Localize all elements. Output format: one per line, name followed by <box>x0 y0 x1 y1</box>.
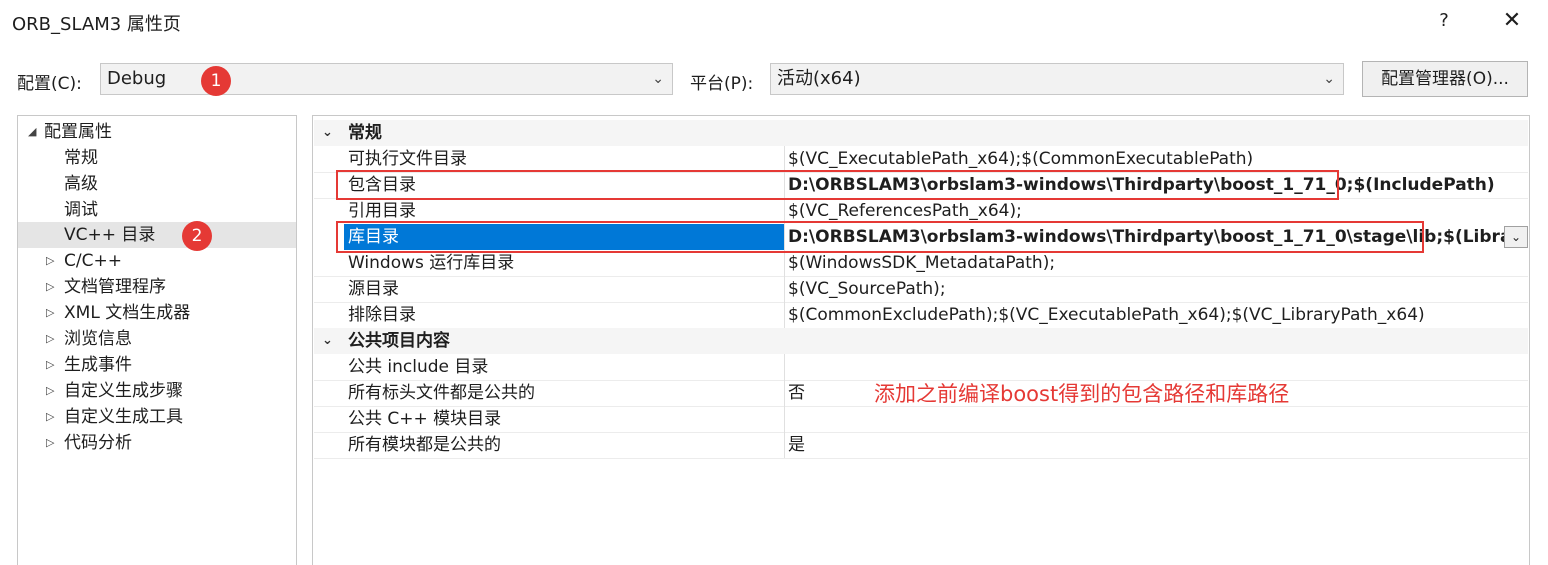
help-button[interactable]: ? <box>1430 6 1458 36</box>
tree-item-c-cpp[interactable]: ▷ C/C++ <box>18 248 296 274</box>
tree-item-label: C/C++ <box>64 251 122 271</box>
property-value[interactable]: $(VC_ExecutablePath_x64);$(CommonExecuta… <box>786 146 1528 172</box>
column-divider[interactable] <box>784 406 785 432</box>
property-name: 公共 include 目录 <box>348 357 489 377</box>
chevron-down-icon: ⌄ <box>1323 71 1335 87</box>
configuration-manager-button[interactable]: 配置管理器(O)... <box>1362 61 1528 97</box>
tree-item-label: 代码分析 <box>64 433 132 453</box>
chevron-down-icon[interactable]: ⌄ <box>322 120 333 146</box>
triangle-right-icon[interactable]: ▷ <box>46 326 54 352</box>
triangle-right-icon[interactable]: ▷ <box>46 274 54 300</box>
property-name: 源目录 <box>348 279 399 299</box>
annotation-badge-2: 2 <box>182 221 212 251</box>
property-name: 所有标头文件都是公共的 <box>348 383 535 403</box>
category-public-project-content[interactable]: ⌄ 公共项目内容 <box>314 328 1528 354</box>
property-row[interactable]: 所有模块都是公共的 是 <box>314 432 1528 458</box>
tree-item-build-events[interactable]: ▷ 生成事件 <box>18 352 296 378</box>
triangle-right-icon[interactable]: ▷ <box>46 430 54 456</box>
column-divider[interactable] <box>784 250 785 276</box>
annotation-badge-1: 1 <box>201 66 231 96</box>
triangle-right-icon[interactable]: ▷ <box>46 352 54 378</box>
title-bar: ORB_SLAM3 属性页 ? ✕ <box>0 0 1548 44</box>
column-divider[interactable] <box>784 146 785 172</box>
triangle-down-icon: ◢ <box>28 125 37 138</box>
property-value[interactable]: 是 <box>786 432 1528 458</box>
chevron-down-icon: ⌄ <box>652 71 664 87</box>
platform-select[interactable]: 活动(x64) ⌄ <box>770 63 1344 95</box>
tree-item-label: 调试 <box>64 200 98 220</box>
tree-item-label: 自定义生成步骤 <box>64 381 183 401</box>
property-row[interactable]: 公共 include 目录 <box>314 354 1528 380</box>
tree-item-debugging[interactable]: 调试 <box>18 197 296 223</box>
category-label: 公共项目内容 <box>348 331 450 351</box>
property-name: 公共 C++ 模块目录 <box>348 409 502 429</box>
triangle-right-icon[interactable]: ▷ <box>46 248 54 274</box>
property-row[interactable]: 源目录 $(VC_SourcePath); <box>314 276 1528 302</box>
tree-item-document-manager[interactable]: ▷ 文档管理程序 <box>18 274 296 300</box>
tree-item-label: 高级 <box>64 174 98 194</box>
tree-item-browse-info[interactable]: ▷ 浏览信息 <box>18 326 296 352</box>
configuration-value: Debug <box>107 68 167 89</box>
tree-item-label: VC++ 目录 <box>64 225 156 245</box>
property-value[interactable]: $(WindowsSDK_MetadataPath); <box>786 250 1528 276</box>
chevron-down-icon[interactable]: ⌄ <box>322 328 333 354</box>
property-name: 可执行文件目录 <box>348 149 467 169</box>
tree-item-code-analysis[interactable]: ▷ 代码分析 <box>18 430 296 456</box>
property-value[interactable] <box>786 406 1528 432</box>
property-tree[interactable]: ◢ 配置属性 常规 高级 调试 VC++ 目录 ▷ C/C++ ▷ 文档管理程序… <box>17 115 297 565</box>
property-value[interactable]: $(CommonExcludePath);$(VC_ExecutablePath… <box>786 302 1528 328</box>
column-divider[interactable] <box>784 432 785 458</box>
tree-item-custom-build-step[interactable]: ▷ 自定义生成步骤 <box>18 378 296 404</box>
close-button[interactable]: ✕ <box>1496 6 1528 36</box>
highlight-include-dirs <box>336 170 1339 200</box>
property-value[interactable] <box>786 354 1528 380</box>
column-divider[interactable] <box>784 276 785 302</box>
annotation-note: 添加之前编译boost得到的包含路径和库路径 <box>874 382 1290 406</box>
tree-item-xml-doc-generator[interactable]: ▷ XML 文档生成器 <box>18 300 296 326</box>
configuration-label: 配置(C): <box>17 74 82 94</box>
tree-item-custom-build-tool[interactable]: ▷ 自定义生成工具 <box>18 404 296 430</box>
property-name: 排除目录 <box>348 305 416 325</box>
triangle-right-icon[interactable]: ▷ <box>46 404 54 430</box>
highlight-library-dirs <box>336 221 1424 253</box>
platform-value: 活动(x64) <box>777 68 861 89</box>
column-divider[interactable] <box>784 380 785 406</box>
tree-item-label: 常规 <box>64 148 98 168</box>
window-title: ORB_SLAM3 属性页 <box>12 14 181 35</box>
tree-item-label: 自定义生成工具 <box>64 407 183 427</box>
configuration-select[interactable]: Debug ⌄ <box>100 63 673 95</box>
property-row[interactable]: 公共 C++ 模块目录 <box>314 406 1528 432</box>
tree-root-label: 配置属性 <box>44 122 112 142</box>
category-label: 常规 <box>348 123 382 143</box>
triangle-right-icon[interactable]: ▷ <box>46 378 54 404</box>
tree-item-general[interactable]: 常规 <box>18 145 296 171</box>
column-divider[interactable] <box>784 302 785 328</box>
column-divider[interactable] <box>784 354 785 380</box>
chevron-down-icon[interactable]: ⌄ <box>1504 226 1528 248</box>
tree-item-label: 生成事件 <box>64 355 132 375</box>
tree-item-advanced[interactable]: 高级 <box>18 171 296 197</box>
property-row[interactable]: Windows 运行库目录 $(WindowsSDK_MetadataPath)… <box>314 250 1528 276</box>
tree-item-label: 浏览信息 <box>64 329 132 349</box>
property-row[interactable]: 可执行文件目录 $(VC_ExecutablePath_x64);$(Commo… <box>314 146 1528 172</box>
tree-root-configuration-properties[interactable]: ◢ 配置属性 <box>18 119 296 145</box>
platform-label: 平台(P): <box>690 74 754 94</box>
property-name: Windows 运行库目录 <box>348 253 515 273</box>
property-name: 所有模块都是公共的 <box>348 435 501 455</box>
triangle-right-icon[interactable]: ▷ <box>46 300 54 326</box>
category-general[interactable]: ⌄ 常规 <box>314 120 1528 146</box>
tree-item-label: 文档管理程序 <box>64 277 166 297</box>
tree-item-label: XML 文档生成器 <box>64 303 191 323</box>
row-divider <box>314 458 1528 459</box>
property-value[interactable]: $(VC_SourcePath); <box>786 276 1528 302</box>
tree-item-vc-directories[interactable]: VC++ 目录 <box>18 222 296 248</box>
property-row[interactable]: 排除目录 $(CommonExcludePath);$(VC_Executabl… <box>314 302 1528 328</box>
